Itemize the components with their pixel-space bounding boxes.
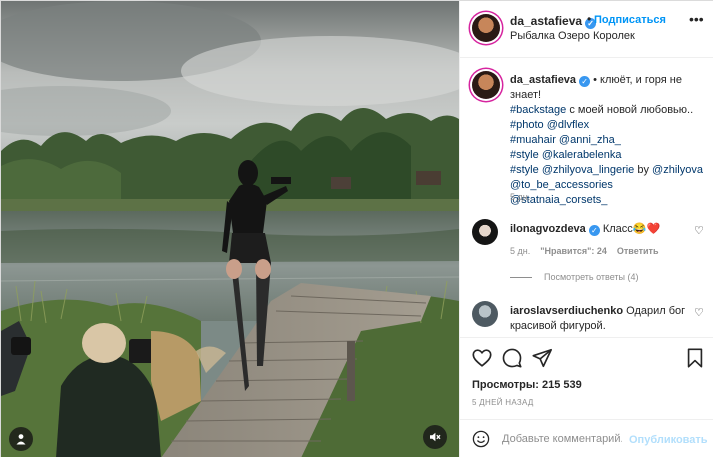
mention-link[interactable]: @anni_zha_ [559, 134, 621, 146]
caption-body: by [634, 164, 653, 176]
mention-link[interactable]: @dlvflex [547, 119, 589, 131]
post-video[interactable] [1, 1, 459, 457]
post-age: 5 ДНЕЙ НАЗАД [472, 398, 534, 407]
tagged-users-button[interactable] [9, 427, 33, 451]
separator-dot: • [587, 12, 592, 26]
hashtag-link[interactable]: #backstage [510, 104, 566, 116]
caption-text: da_astafieva ✓ • клюёт, и горя не знает! … [510, 73, 705, 208]
view-replies-button[interactable]: Посмотреть ответы (4) [510, 272, 639, 282]
comment-text: ilonagvozdeva ✓ Класс😂❤️ [510, 222, 690, 237]
mention-link[interactable]: @zhilyova_lingerie [542, 164, 635, 176]
author-username-row: da_astafieva ✓ [510, 14, 597, 29]
author-avatar[interactable] [472, 14, 500, 42]
post-side-panel: da_astafieva ✓ • Подписаться Рыбалка Озер… [459, 1, 713, 457]
mention-link[interactable]: @zhilyova [652, 164, 703, 176]
caption-body: с моей новой любовью.. [566, 104, 694, 116]
caption-author-avatar[interactable] [472, 71, 500, 99]
caption-username[interactable]: da_astafieva [510, 74, 576, 86]
like-comment-icon[interactable]: ♡ [694, 224, 704, 237]
post-header: da_astafieva ✓ • Подписаться Рыбалка Озер… [460, 1, 713, 58]
mute-toggle-button[interactable] [423, 425, 447, 449]
user-icon [16, 434, 26, 445]
commenter-avatar[interactable] [472, 219, 498, 245]
hashtag-link[interactable]: #muahair [510, 134, 556, 146]
reply-button[interactable]: Ответить [617, 246, 659, 256]
comment-input[interactable] [502, 433, 622, 445]
comment-likes[interactable]: "Нравится": 24 [540, 246, 607, 256]
commenter-username[interactable]: ilonagvozdeva [510, 223, 586, 235]
speaker-muted-icon [430, 432, 441, 442]
verified-icon: ✓ [588, 225, 600, 236]
save-bookmark-icon[interactable] [684, 347, 706, 369]
post-dialog: da_astafieva ✓ • Подписаться Рыбалка Озер… [0, 0, 713, 457]
commenter-avatar[interactable] [472, 301, 498, 327]
commenter-username[interactable]: iaroslavserdiuchenko [510, 305, 623, 317]
comment-timestamp: 5 дн. [510, 246, 531, 256]
video-frame [1, 1, 459, 457]
add-comment-bar: Опубликовать [460, 419, 713, 457]
views-count[interactable]: Просмотры: 215 539 [472, 379, 582, 391]
more-options-icon[interactable]: ••• [689, 11, 704, 27]
location-link[interactable]: Рыбалка Озеро Королек [510, 30, 635, 42]
comment-text: iaroslavserdiuchenko Одарил бог красивой… [510, 304, 690, 334]
mention-link[interactable]: @to_be_accessories [510, 179, 613, 191]
hashtag-link[interactable]: #style [510, 149, 539, 161]
publish-button[interactable]: Опубликовать [629, 434, 708, 446]
comment-body: Класс😂❤️ [599, 223, 661, 235]
comment-bubble-icon[interactable] [501, 347, 523, 369]
share-send-icon[interactable] [531, 347, 553, 369]
author-username[interactable]: da_astafieva [510, 14, 582, 28]
caption-timestamp: 5 дн. [510, 192, 531, 202]
verified-icon: ✓ [579, 76, 591, 87]
like-heart-icon[interactable] [471, 347, 493, 369]
hashtag-link[interactable]: #style [510, 164, 539, 176]
mention-link[interactable]: @kalerabelenka [542, 149, 622, 161]
like-comment-icon[interactable]: ♡ [694, 306, 704, 319]
comment-meta: 5 дн. "Нравится": 24 Ответить [510, 246, 668, 256]
follow-button[interactable]: Подписаться [594, 14, 666, 26]
emoji-icon[interactable] [472, 430, 490, 448]
hashtag-link[interactable]: #photo [510, 119, 544, 131]
